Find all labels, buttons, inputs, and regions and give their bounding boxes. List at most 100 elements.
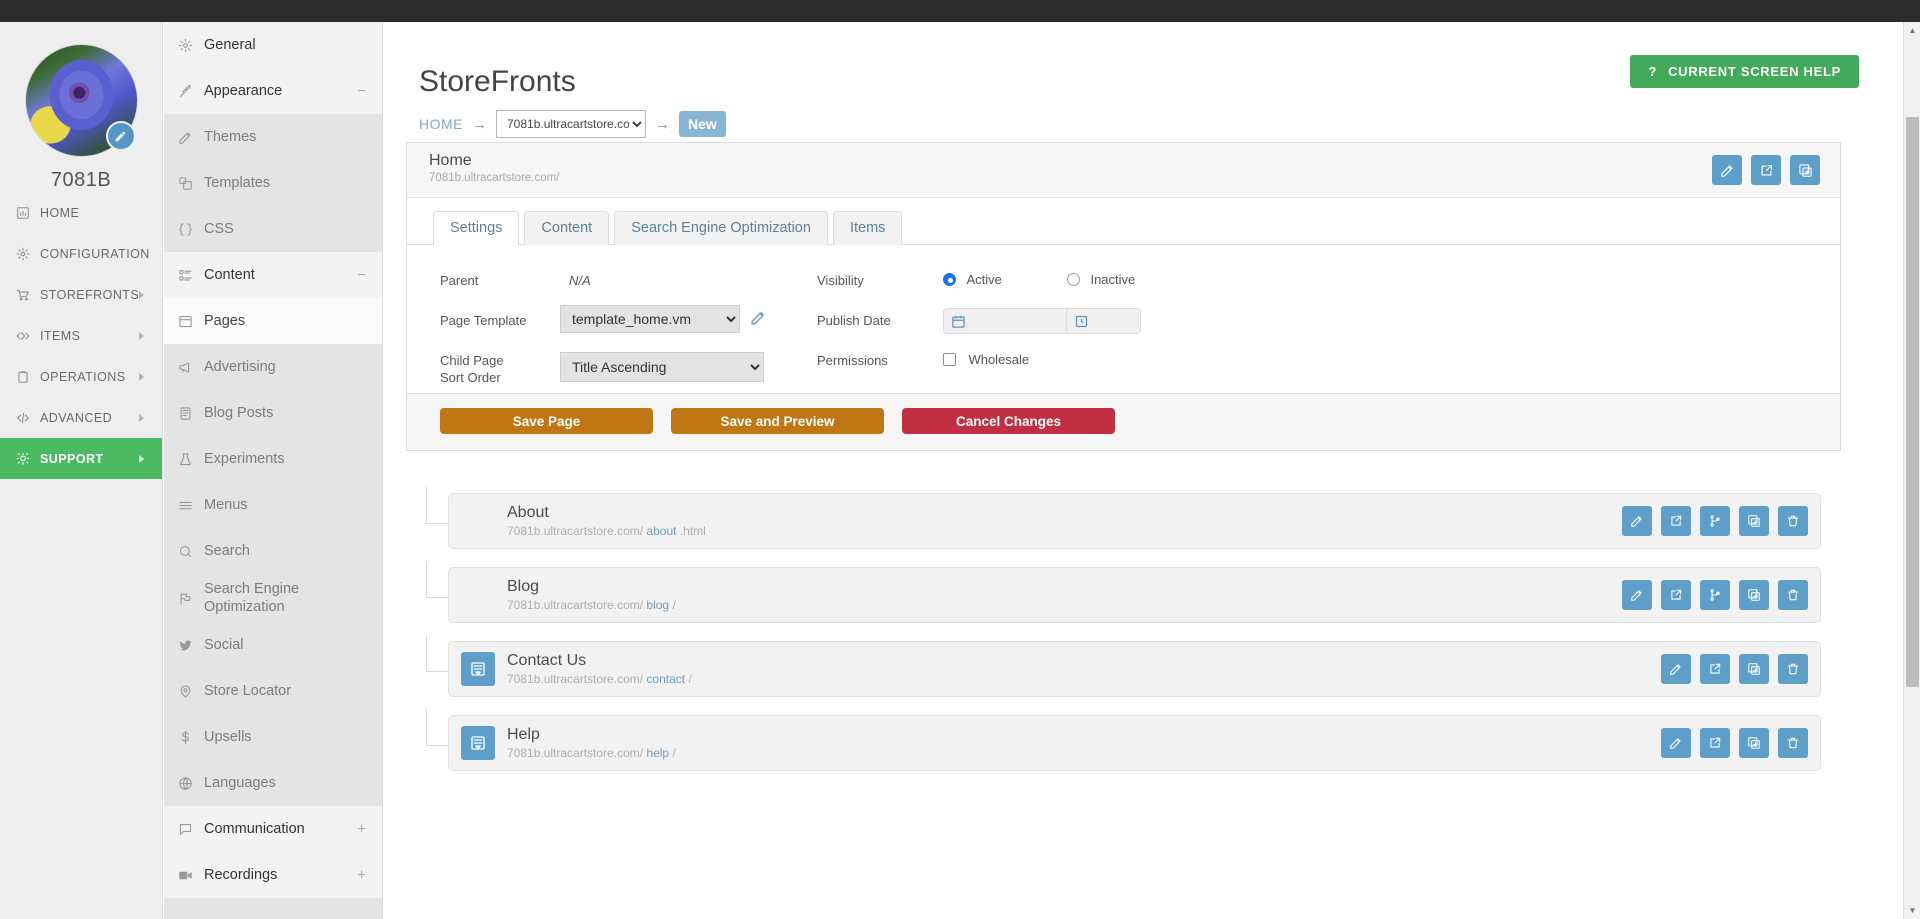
wholesale-checkbox[interactable]: Wholesale bbox=[943, 351, 1029, 369]
breadcrumb-arrow-icon-2: → bbox=[655, 115, 670, 133]
child-sort-order-select[interactable]: Title Ascending bbox=[560, 352, 764, 382]
row-external-link-button[interactable] bbox=[1661, 506, 1691, 536]
tab-items[interactable]: Items bbox=[832, 211, 903, 245]
primary-sidebar: 7081B HOME CONFIGURATION STOREFRONTS ITEMS O… bbox=[0, 22, 163, 919]
page-row-card[interactable]: Contact Us 7081b.ultracartstore.com/ cont… bbox=[448, 641, 1821, 697]
save-and-preview-button[interactable]: Save and Preview bbox=[671, 408, 884, 434]
code-icon bbox=[12, 411, 34, 425]
sub-item-pages[interactable]: Pages bbox=[164, 298, 382, 344]
toggle-icon[interactable]: − bbox=[357, 84, 366, 99]
row-copy-add-button[interactable] bbox=[1739, 580, 1769, 610]
megaphone-icon bbox=[178, 360, 204, 375]
primary-nav: HOME CONFIGURATION STOREFRONTS ITEMS OPERATI… bbox=[0, 192, 162, 479]
visibility-active-radio[interactable]: Active bbox=[943, 271, 1002, 289]
sub-item-themes[interactable]: Themes bbox=[164, 114, 382, 160]
toggle-icon[interactable]: + bbox=[357, 822, 366, 837]
sub-item-recordings[interactable]: Recordings + bbox=[164, 852, 382, 899]
row-trash-button[interactable] bbox=[1778, 728, 1808, 758]
url-base: 7081b.ultracartstore.com/ bbox=[507, 746, 644, 760]
page-row-text: Help 7081b.ultracartstore.com/ help / bbox=[507, 726, 676, 760]
copy-add-icon bbox=[1747, 588, 1761, 602]
cancel-changes-button[interactable]: Cancel Changes bbox=[902, 408, 1115, 434]
sub-item-advertising[interactable]: Advertising bbox=[164, 344, 382, 390]
nav-item-label: ADVANCED bbox=[40, 410, 113, 425]
row-pencil-button[interactable] bbox=[1661, 654, 1691, 684]
row-external-link-button[interactable] bbox=[1661, 580, 1691, 610]
nav-item-label: CONFIGURATION bbox=[40, 246, 150, 261]
row-trash-button[interactable] bbox=[1778, 580, 1808, 610]
sub-item-store-locator[interactable]: Store Locator bbox=[164, 668, 382, 714]
sub-item-social[interactable]: Social bbox=[164, 622, 382, 668]
current-screen-help-button[interactable]: ? CURRENT SCREEN HELP bbox=[1630, 55, 1859, 88]
breadcrumb-home-link[interactable]: HOME bbox=[419, 116, 463, 132]
sub-item-search[interactable]: Search bbox=[164, 528, 382, 574]
nav-item-operations[interactable]: OPERATIONS bbox=[0, 356, 162, 397]
row-trash-button[interactable] bbox=[1778, 654, 1808, 684]
storefront-select[interactable]: 7081b.ultracartstore.com bbox=[496, 110, 646, 138]
toggle-icon[interactable]: + bbox=[357, 868, 366, 883]
tab-settings[interactable]: Settings bbox=[433, 211, 520, 245]
publish-time-input[interactable] bbox=[1066, 308, 1141, 334]
secondary-sidebar[interactable]: General Appearance − Themes Templates CSS Cont… bbox=[164, 22, 383, 919]
sub-item-label: Blog Posts bbox=[204, 404, 274, 421]
nav-item-configuration[interactable]: CONFIGURATION bbox=[0, 233, 162, 274]
nav-item-advanced[interactable]: ADVANCED bbox=[0, 397, 162, 438]
page-scrollbar[interactable]: ▲ ▼ bbox=[1903, 22, 1920, 919]
row-branch-button[interactable] bbox=[1700, 506, 1730, 536]
nav-item-support[interactable]: SUPPORT bbox=[0, 438, 162, 479]
row-trash-button[interactable] bbox=[1778, 506, 1808, 536]
card-tabs[interactable]: Settings Content Search Engine Optimizatio… bbox=[407, 198, 1840, 245]
sub-item-label: Languages bbox=[204, 775, 276, 792]
child-sort-label-line1: Child Page bbox=[440, 353, 504, 368]
sub-item-content[interactable]: Content − bbox=[164, 252, 382, 298]
row-pencil-button[interactable] bbox=[1622, 506, 1652, 536]
tab-content[interactable]: Content bbox=[524, 211, 610, 245]
open-page-button[interactable] bbox=[1751, 155, 1781, 185]
page-row-actions bbox=[1622, 506, 1808, 536]
sub-item-experiments[interactable]: Experiments bbox=[164, 436, 382, 482]
sub-item-general[interactable]: General bbox=[164, 22, 382, 68]
nav-item-storefronts[interactable]: STOREFRONTS bbox=[0, 274, 162, 315]
scrollbar-thumb[interactable] bbox=[1906, 117, 1919, 687]
page-template-edit-pencil-icon[interactable] bbox=[750, 309, 767, 326]
row-pencil-button[interactable] bbox=[1661, 728, 1691, 758]
edit-page-button[interactable] bbox=[1712, 155, 1742, 185]
row-branch-button[interactable] bbox=[1700, 580, 1730, 610]
sub-item-css[interactable]: CSS bbox=[164, 206, 382, 252]
page-row-title: Blog bbox=[507, 578, 540, 595]
sub-item-templates[interactable]: Templates bbox=[164, 160, 382, 206]
sub-item-appearance[interactable]: Appearance − bbox=[164, 68, 382, 114]
publish-date-input[interactable] bbox=[943, 308, 1071, 334]
row-copy-add-button[interactable] bbox=[1739, 728, 1769, 758]
avatar-edit-pencil-icon[interactable] bbox=[105, 121, 136, 151]
sub-item-search-engine-optimization[interactable]: Search Engine Optimization bbox=[164, 574, 382, 622]
page-template-select[interactable]: template_home.vm bbox=[560, 305, 740, 333]
main-content: StoreFronts HOME → 7081b.ultracartstore.… bbox=[384, 22, 1904, 919]
sub-item-menus[interactable]: Menus bbox=[164, 482, 382, 528]
page-row-card[interactable]: About 7081b.ultracartstore.com/ about .ht… bbox=[448, 493, 1821, 549]
row-pencil-button[interactable] bbox=[1622, 580, 1652, 610]
new-badge[interactable]: New bbox=[679, 111, 726, 137]
sub-item-languages[interactable]: Languages bbox=[164, 760, 382, 806]
visibility-inactive-radio[interactable]: Inactive bbox=[1067, 271, 1135, 289]
tab-search-engine-optimization[interactable]: Search Engine Optimization bbox=[614, 211, 828, 245]
page-row-card[interactable]: Blog 7081b.ultracartstore.com/ blog / bbox=[448, 567, 1821, 623]
toggle-icon[interactable]: − bbox=[357, 268, 366, 283]
sub-item-upsells[interactable]: Upsells bbox=[164, 714, 382, 760]
sub-item-communication[interactable]: Communication + bbox=[164, 806, 382, 853]
page-row-card[interactable]: Help 7081b.ultracartstore.com/ help / bbox=[448, 715, 1821, 771]
nav-item-home[interactable]: HOME bbox=[0, 192, 162, 233]
sub-item-label: Communication bbox=[204, 821, 305, 838]
scroll-up-arrow-icon[interactable]: ▲ bbox=[1904, 22, 1920, 39]
form-icon bbox=[461, 726, 495, 760]
save-page-button[interactable]: Save Page bbox=[440, 408, 653, 434]
row-external-link-button[interactable] bbox=[1700, 728, 1730, 758]
row-copy-add-button[interactable] bbox=[1739, 506, 1769, 536]
row-copy-add-button[interactable] bbox=[1739, 654, 1769, 684]
nav-item-items[interactable]: ITEMS bbox=[0, 315, 162, 356]
scroll-down-arrow-icon[interactable]: ▼ bbox=[1904, 902, 1920, 919]
duplicate-page-button[interactable] bbox=[1790, 155, 1820, 185]
row-external-link-button[interactable] bbox=[1700, 654, 1730, 684]
child-page-list: About 7081b.ultracartstore.com/ about .ht… bbox=[406, 487, 1841, 783]
sub-item-blog-posts[interactable]: Blog Posts bbox=[164, 390, 382, 436]
